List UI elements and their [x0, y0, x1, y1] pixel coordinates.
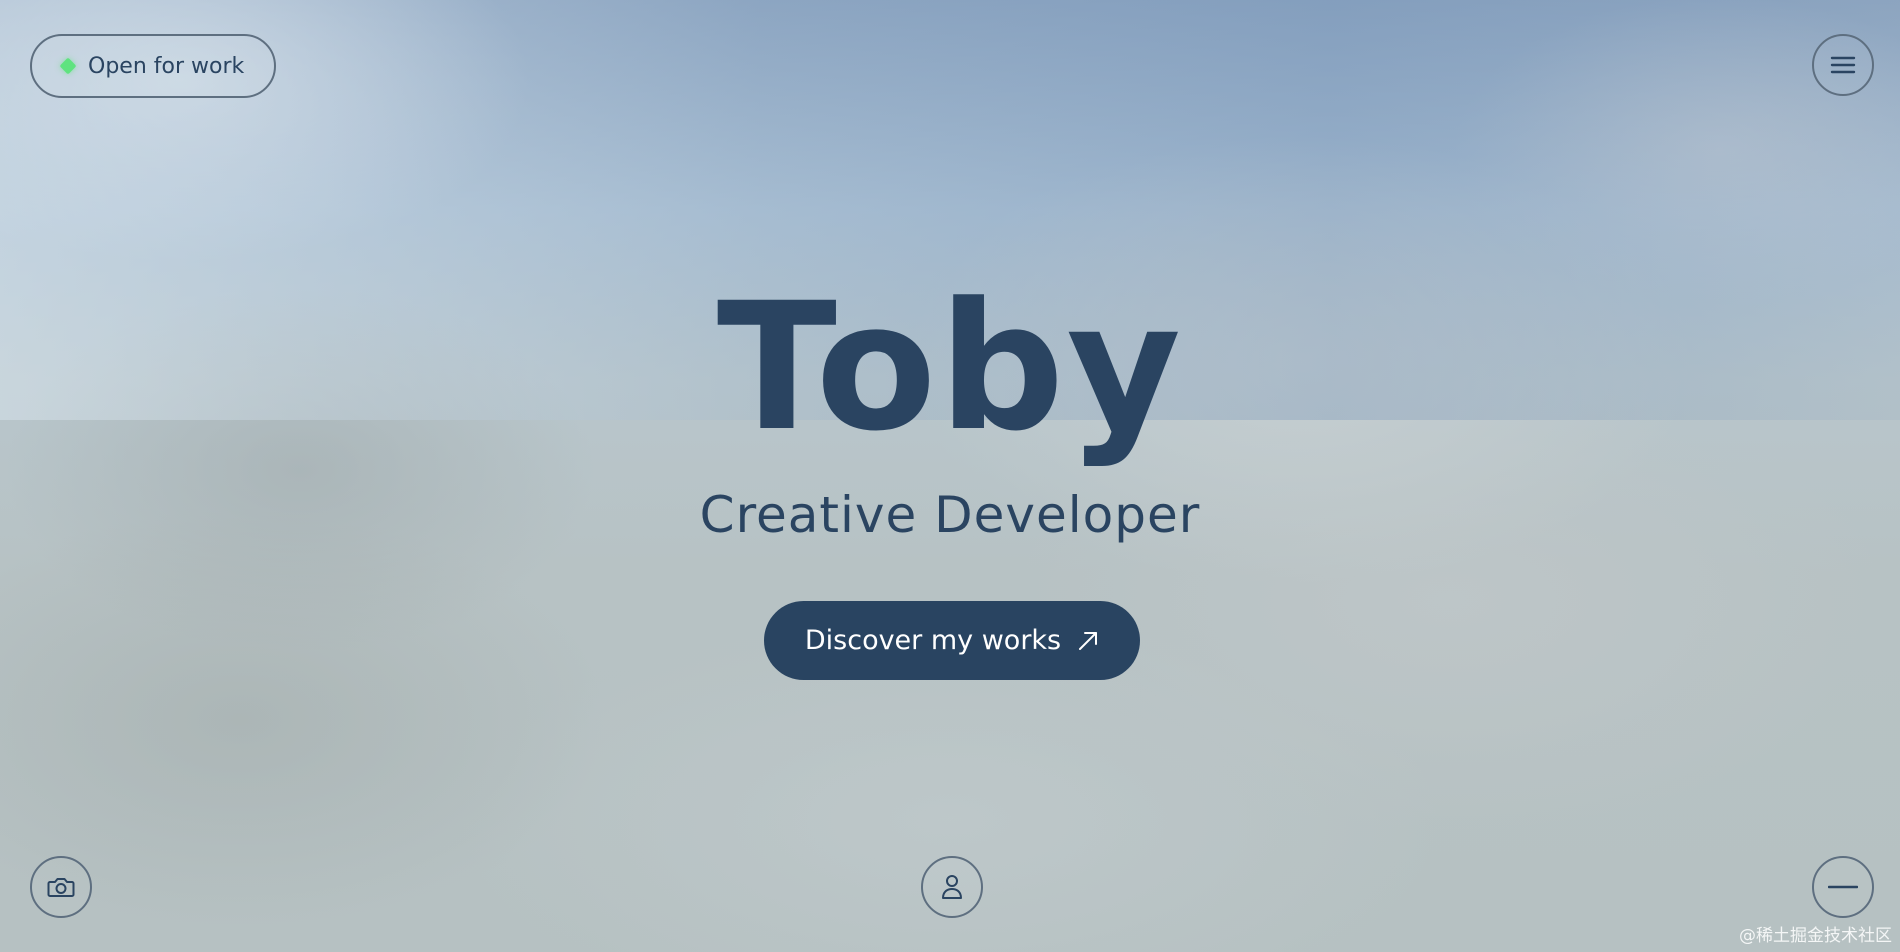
profile-button[interactable]: [921, 856, 983, 918]
minus-icon: [1828, 885, 1858, 889]
camera-button[interactable]: [30, 856, 92, 918]
minimize-button[interactable]: [1812, 856, 1874, 918]
discover-works-button[interactable]: Discover my works: [764, 601, 1140, 680]
hero-title: Toby: [716, 265, 1184, 470]
menu-button[interactable]: [1812, 34, 1874, 96]
hero-section: Toby Creative Developer: [0, 265, 1900, 545]
status-dot-icon: [59, 57, 77, 75]
camera-icon: [47, 878, 75, 897]
hero-subtitle: Creative Developer: [699, 486, 1201, 544]
menu-icon: [1830, 56, 1856, 74]
watermark: @稀土掘金技术社区: [1739, 926, 1892, 946]
open-for-work-badge[interactable]: Open for work: [30, 34, 276, 98]
user-icon: [942, 875, 962, 899]
status-label: Open for work: [88, 53, 245, 79]
arrow-up-right-icon: [1079, 631, 1098, 650]
discover-works-label: Discover my works: [804, 625, 1062, 656]
